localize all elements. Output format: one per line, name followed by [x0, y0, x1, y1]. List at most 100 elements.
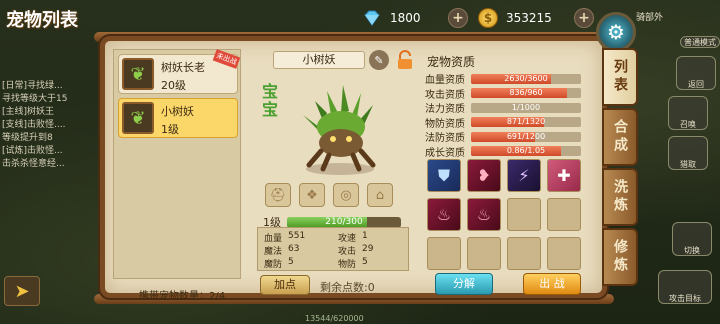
- skill-slot-empty[interactable]: [507, 198, 541, 231]
- aptitude-row: 法防资质 691/1200: [425, 129, 581, 144]
- aptitude-bar: 2630/3600: [471, 73, 581, 84]
- tab-2[interactable]: 洗炼: [602, 168, 638, 226]
- skill-slot-lightning-icon[interactable]: ⚡: [507, 159, 541, 192]
- skill-slot-empty[interactable]: [427, 237, 461, 270]
- rename-button[interactable]: ✎: [369, 50, 389, 70]
- skill-slot-fire-shield-icon[interactable]: ♨: [467, 198, 501, 231]
- aptitude-row: 血量资质 2630/3600: [425, 71, 581, 86]
- stat-row: 魔防 5 物防 5: [264, 257, 368, 270]
- aptitude-value: 2630/3600: [504, 73, 548, 83]
- pet-name-display: 小树妖: [273, 51, 365, 69]
- aptitude-label: 攻击资质: [425, 89, 465, 101]
- aptitude-label: 成长资质: [425, 147, 465, 159]
- pet-status-tag: 未出战: [212, 49, 241, 69]
- aptitude-bar: 1/1000: [471, 102, 581, 113]
- aptitude-value: 0.86/1.05: [506, 146, 546, 155]
- gold-currency: $ 353215: [478, 8, 552, 28]
- skill-slot-heart-icon[interactable]: ❥: [467, 159, 501, 192]
- aptitude-label: 血量资质: [425, 75, 465, 86]
- pet-thumb-tree-sprite-icon: ❦: [122, 102, 154, 134]
- stat-row: 魔法 63 攻击 29: [264, 244, 373, 257]
- add-point-button[interactable]: 加点: [260, 275, 310, 295]
- pet-thumb-tree-elder-icon: ❦: [122, 58, 154, 90]
- skill-slot-fire-shield-icon[interactable]: ♨: [427, 198, 461, 231]
- hud-summon-button[interactable]: 召唤: [668, 96, 708, 130]
- pet-level: 20级: [161, 79, 186, 92]
- fire-shield-icon: ♨: [476, 205, 492, 224]
- close-gear-icon: ⚙: [607, 20, 625, 44]
- gold-coin-icon: $: [478, 8, 498, 28]
- stat-value: 5: [362, 257, 368, 267]
- stat-row: 血量 551 攻速 1: [264, 231, 368, 244]
- equip-slot-helmet-icon[interactable]: ⛑: [265, 183, 291, 207]
- hud-attack-target-button[interactable]: 攻击目标: [658, 270, 712, 304]
- pet-name: 小树妖: [161, 105, 194, 118]
- fire-shield-icon: ♨: [436, 205, 452, 224]
- tab-1[interactable]: 合成: [602, 108, 638, 166]
- quest-line: [日常]寻找绿...: [2, 81, 63, 91]
- tab-0[interactable]: 列表: [602, 48, 638, 106]
- quest-tracker[interactable]: [日常]寻找绿... 寻找等级大于15 [主线]树妖王 [支线]击败怪.... 等级提升…: [2, 78, 97, 169]
- close-button[interactable]: ⚙: [596, 12, 636, 52]
- aptitude-row: 攻击资质 836/960: [425, 86, 581, 101]
- menu-expand-button[interactable]: ➤: [4, 276, 40, 306]
- hud-hunt-button[interactable]: 猎取: [668, 136, 708, 170]
- exp-progress-readout: 13544/620000: [305, 314, 364, 323]
- quest-line: [支线]击败怪....: [2, 120, 66, 130]
- pet-list: ❦ 树妖长老 20级 未出战 ❦ 小树妖 1级: [113, 49, 241, 279]
- stat-value: 551: [288, 231, 306, 241]
- carry-count: 携带宠物数量：2/4: [139, 287, 225, 302]
- remaining-points: 剩余点数:0: [320, 281, 375, 294]
- skill-slot-empty[interactable]: [507, 237, 541, 270]
- decompose-button[interactable]: 分解: [435, 273, 493, 295]
- add-gold-button[interactable]: +: [574, 8, 594, 28]
- aptitude-bar: 691/1200: [471, 131, 581, 142]
- stat-value: 29: [362, 244, 374, 254]
- pencil-icon: ✎: [374, 53, 384, 67]
- skill-slot-empty[interactable]: [547, 198, 581, 231]
- aptitude-row: 物防资质 871/1320: [425, 115, 581, 130]
- gold-amount: 353215: [506, 11, 552, 25]
- equipment-slots: ⛑ ❖ ◎ ⌂: [265, 183, 393, 207]
- tab-3[interactable]: 修炼: [602, 228, 638, 286]
- pet-card-1[interactable]: ❦ 小树妖 1级: [118, 98, 238, 138]
- diamond-amount: 1800: [390, 11, 421, 25]
- cross-icon: ✚: [557, 166, 571, 185]
- aptitude-row: 法力资质 1/1000: [425, 100, 581, 115]
- aptitude-label: 法防资质: [425, 133, 465, 144]
- stat-key: 攻击: [338, 247, 357, 257]
- hud-mode-button[interactable]: 普通模式: [680, 36, 720, 48]
- skill-slot-shield-icon[interactable]: ⛊: [427, 159, 461, 192]
- add-diamond-button[interactable]: +: [448, 8, 468, 28]
- equip-slot-boots-icon[interactable]: ⌂: [367, 183, 393, 207]
- arrow-right-icon: ➤: [14, 280, 30, 302]
- quest-line: 寻找等级大于15: [2, 94, 68, 104]
- lightning-icon: ⚡: [518, 166, 530, 185]
- deploy-fight-button[interactable]: 出 战: [523, 273, 581, 295]
- pet-level: 1级: [161, 123, 179, 136]
- skill-slot-empty[interactable]: [467, 237, 501, 270]
- exp-bar: 210/300: [287, 216, 401, 228]
- carry-label: 携带宠物数量：: [139, 291, 209, 302]
- hud-switch-button[interactable]: 切换: [672, 222, 712, 256]
- stat-value: 1: [362, 231, 368, 241]
- lock-icon: [398, 50, 412, 69]
- skill-slot-empty[interactable]: [547, 237, 581, 270]
- equip-slot-ring-icon[interactable]: ◎: [333, 183, 359, 207]
- aptitude-title: 宠物资质: [427, 55, 476, 69]
- aptitude-label: 法力资质: [425, 104, 465, 115]
- aptitude-bar: 871/1320: [471, 117, 581, 127]
- stat-key: 魔法: [264, 247, 283, 257]
- hud-back-button[interactable]: 返回: [676, 56, 716, 90]
- lock-button[interactable]: [395, 49, 415, 71]
- quest-line: [试炼]击败怪...: [2, 146, 63, 156]
- diamond-icon: [362, 8, 382, 28]
- diamond-currency: 1800: [362, 8, 421, 28]
- quest-line: 击杀杀怪意经...: [2, 159, 65, 169]
- equip-slot-armor-icon[interactable]: ❖: [299, 183, 325, 207]
- stat-key: 攻速: [338, 234, 357, 244]
- pet-card-0[interactable]: ❦ 树妖长老 20级 未出战: [118, 49, 241, 94]
- aptitude-value: 836/960: [509, 88, 543, 97]
- aptitude-value: 871/1320: [506, 117, 546, 126]
- skill-slot-cross-icon[interactable]: ✚: [547, 159, 581, 192]
